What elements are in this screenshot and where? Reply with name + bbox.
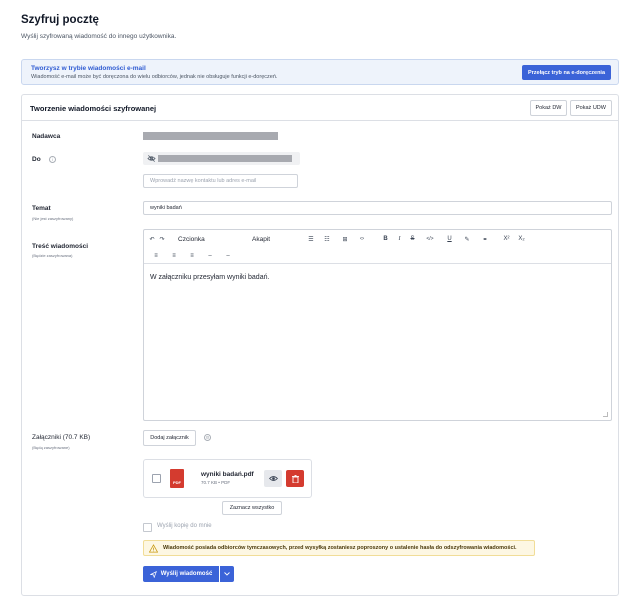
send-icon bbox=[149, 570, 157, 578]
page-subtitle: Wyślij szyfrowaną wiadomość do innego uż… bbox=[21, 33, 177, 40]
message-body-text: W załączniku przesyłam wyniki badań. bbox=[150, 274, 270, 281]
page-title: Szyfruj pocztę bbox=[21, 14, 99, 26]
subject-label: Temat bbox=[32, 205, 51, 212]
numbered-list-icon[interactable]: ☷ bbox=[322, 233, 332, 245]
subject-value: wyniki badań bbox=[150, 205, 182, 211]
undo-icon[interactable]: ↶ bbox=[148, 233, 156, 245]
recipient-value-redacted bbox=[158, 155, 292, 162]
editor-toolbar: ↶ ↷ Czcionka Akapit ☰ ☷ ⊞ ‹› B I S </> U… bbox=[144, 230, 611, 248]
temporary-recipients-warning: Wiadomość posiada odbiorców tymczasowych… bbox=[143, 540, 535, 556]
send-options-button[interactable] bbox=[220, 566, 234, 582]
link-icon[interactable]: ⚭ bbox=[480, 233, 490, 245]
attachment-card: PDF wyniki badań.pdf 70.7 KB • PDF bbox=[143, 459, 312, 498]
sender-label: Nadawca bbox=[32, 133, 61, 140]
subject-note: (Nie jest zaszyfrowany) bbox=[32, 216, 74, 221]
attachments-label: Załączniki (70.7 KB) bbox=[32, 434, 91, 441]
chevron-down-icon bbox=[224, 572, 230, 576]
to-label: Do bbox=[32, 156, 41, 163]
attachment-checkbox[interactable] bbox=[152, 474, 161, 483]
align-right-icon[interactable]: ≡ bbox=[188, 250, 196, 262]
body-note: (Będzie zaszyfrowana) bbox=[32, 253, 73, 258]
editor-toolbar-row2: ≡ ≡ ≡ – – bbox=[144, 248, 611, 264]
indent-icon[interactable]: – bbox=[206, 250, 214, 262]
recipient-chip[interactable] bbox=[143, 152, 300, 165]
align-center-icon[interactable]: ≡ bbox=[170, 250, 178, 262]
bold-button[interactable]: B bbox=[381, 233, 390, 245]
show-dw-button[interactable]: Pokaż DW bbox=[530, 100, 567, 116]
code-button[interactable]: </> bbox=[424, 233, 436, 245]
info-icon[interactable]: i bbox=[49, 156, 56, 163]
highlight-icon[interactable]: ✎ bbox=[462, 233, 472, 245]
font-select[interactable]: Czcionka bbox=[178, 232, 244, 246]
superscript-button[interactable]: X² bbox=[501, 233, 512, 245]
eye-icon bbox=[268, 476, 278, 481]
file-meta: 70.7 KB • PDF bbox=[201, 480, 231, 485]
attachments-note: (Będą zaszyfrowane) bbox=[32, 445, 70, 450]
resize-handle[interactable] bbox=[603, 412, 608, 417]
recipient-placeholder: Wprowadź nazwę kontaktu lub adres e-mail bbox=[150, 178, 257, 184]
recipient-input[interactable]: Wprowadź nazwę kontaktu lub adres e-mail bbox=[143, 174, 298, 188]
subscript-button[interactable]: X₂ bbox=[516, 233, 527, 245]
eye-off-icon[interactable] bbox=[147, 154, 156, 163]
select-all-button[interactable]: Zaznacz wszystko bbox=[222, 501, 282, 515]
delete-attachment-button[interactable] bbox=[286, 470, 304, 487]
copy-to-me-checkbox[interactable] bbox=[143, 523, 152, 532]
italic-button[interactable]: I bbox=[395, 233, 404, 245]
file-name: wyniki badań.pdf bbox=[201, 471, 254, 478]
switch-mode-button[interactable]: Przełącz tryb na e-doręczenia bbox=[522, 65, 611, 80]
gear-icon[interactable]: ⚙ bbox=[204, 434, 211, 441]
show-udw-button[interactable]: Pokaż UDW bbox=[570, 100, 612, 116]
mode-banner: Tworzysz w trybie wiadomości e-mail Wiad… bbox=[21, 59, 619, 85]
card-title: Tworzenie wiadomości szyfrowanej bbox=[30, 104, 157, 113]
warning-text: Wiadomość posiada odbiorców tymczasowych… bbox=[163, 545, 517, 551]
copy-to-me-label: Wyślij kopię do mnie bbox=[157, 523, 212, 529]
bullet-list-icon[interactable]: ☰ bbox=[306, 233, 316, 245]
embed-code-icon[interactable]: ‹› bbox=[357, 233, 367, 245]
sender-value-redacted bbox=[143, 132, 278, 140]
card-header: Tworzenie wiadomości szyfrowanej Pokaż D… bbox=[22, 95, 618, 121]
warning-icon bbox=[149, 544, 158, 553]
banner-title: Tworzysz w trybie wiadomości e-mail bbox=[31, 65, 146, 72]
paragraph-select[interactable]: Akapit bbox=[252, 232, 302, 246]
pdf-file-icon: PDF bbox=[170, 469, 184, 488]
trash-icon bbox=[291, 474, 299, 483]
table-icon[interactable]: ⊞ bbox=[340, 233, 350, 245]
banner-text: Wiadomość e-mail może być doręczona do w… bbox=[31, 74, 278, 80]
strike-button[interactable]: S bbox=[408, 233, 417, 245]
redo-icon[interactable]: ↷ bbox=[158, 233, 166, 245]
send-message-button[interactable]: Wyślij wiadomość bbox=[143, 566, 219, 582]
subject-input[interactable]: wyniki badań bbox=[143, 201, 612, 215]
underline-button[interactable]: U bbox=[445, 233, 454, 245]
send-label: Wyślij wiadomość bbox=[160, 571, 213, 577]
align-left-icon[interactable]: ≡ bbox=[152, 250, 160, 262]
paragraph-select-label: Akapit bbox=[252, 235, 271, 243]
font-select-label: Czcionka bbox=[178, 235, 205, 243]
message-editor[interactable]: ↶ ↷ Czcionka Akapit ☰ ☷ ⊞ ‹› B I S </> U… bbox=[143, 229, 612, 421]
add-attachment-button[interactable]: Dodaj załącznik bbox=[143, 430, 196, 446]
body-label: Treść wiadomości bbox=[32, 243, 88, 250]
compose-card: Tworzenie wiadomości szyfrowanej Pokaż D… bbox=[21, 94, 619, 596]
outdent-icon[interactable]: – bbox=[224, 250, 232, 262]
preview-button[interactable] bbox=[264, 470, 282, 487]
